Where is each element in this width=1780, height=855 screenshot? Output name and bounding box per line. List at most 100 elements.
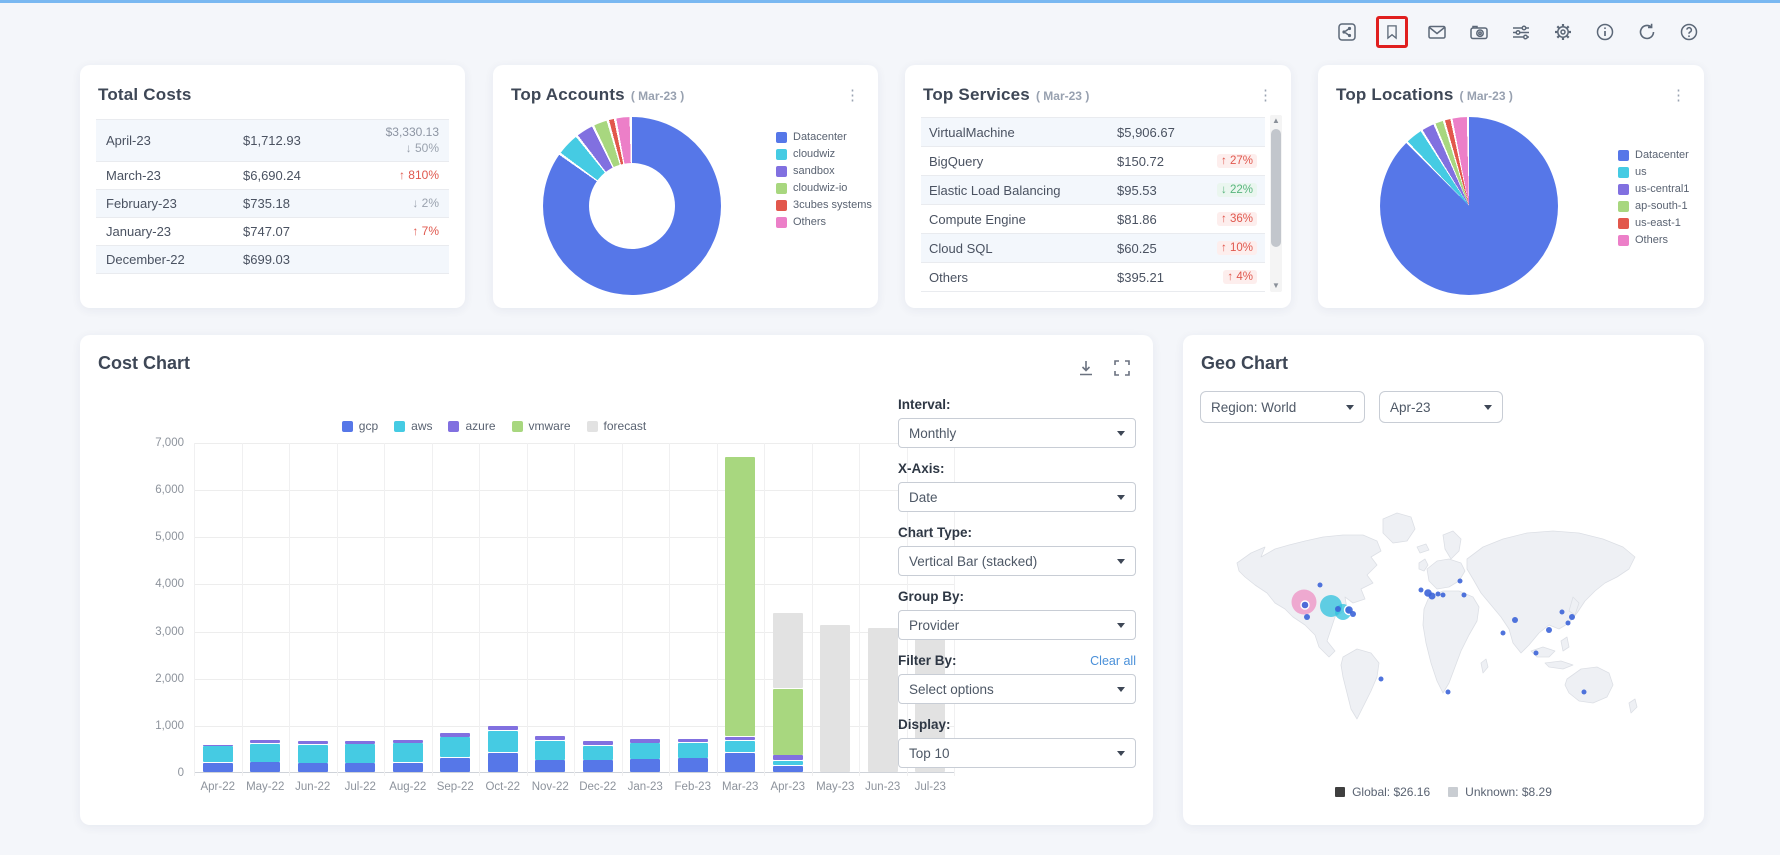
legend-swatch xyxy=(1618,201,1629,212)
kebab-menu-icon[interactable]: ⋮ xyxy=(845,88,860,103)
legend-swatch xyxy=(1618,184,1629,195)
service-value: $60.25 xyxy=(1117,241,1203,256)
service-name: BigQuery xyxy=(929,154,1117,169)
x-axis-select[interactable]: Date xyxy=(898,482,1136,512)
change-badge: ↑ 4% xyxy=(1223,270,1257,284)
interval-select[interactable]: Monthly xyxy=(898,418,1136,448)
cost-chart-card: Cost Chart gcpawsazurevmwareforecast 01,… xyxy=(80,335,1153,825)
mail-icon[interactable] xyxy=(1424,19,1450,45)
legend-label: Others xyxy=(793,216,826,228)
top-services-card: Top Services ( Mar-23 ) ⋮ VirtualMachine… xyxy=(905,65,1291,308)
bar-segment-azure xyxy=(678,739,708,742)
bar-segment-aws xyxy=(583,746,613,760)
bar-segment-azure xyxy=(250,740,280,743)
gridline-vertical xyxy=(764,443,765,776)
legend-label: gcp xyxy=(359,419,378,433)
bar-segment-forecast xyxy=(868,628,898,772)
y-axis-tick-label: 6,000 xyxy=(132,484,184,496)
map-data-point xyxy=(1350,611,1356,617)
top-locations-pie-chart xyxy=(1380,117,1558,295)
kebab-menu-icon[interactable]: ⋮ xyxy=(1671,88,1686,103)
change-badge: ↓ 2% xyxy=(361,196,439,212)
service-name: VirtualMachine xyxy=(929,125,1117,140)
chart-type-select[interactable]: Vertical Bar (stacked) xyxy=(898,546,1136,576)
map-data-point xyxy=(1441,593,1446,598)
legend-item: sandbox xyxy=(776,165,872,177)
legend-label: sandbox xyxy=(793,165,835,177)
legend-item: forecast xyxy=(587,419,647,433)
map-data-point xyxy=(1560,610,1565,615)
download-icon[interactable] xyxy=(1075,357,1097,379)
table-row: April-23$1,712.93$3,330.13↓ 50% xyxy=(96,120,449,162)
gear-icon[interactable] xyxy=(1550,19,1576,45)
legend-label: Global: $26.16 xyxy=(1352,785,1430,799)
control-label-text: Chart Type: xyxy=(898,525,972,540)
scroll-down-arrow[interactable]: ▼ xyxy=(1270,280,1282,292)
change-cell: ↓ 22% xyxy=(1203,183,1257,197)
period-cell: January-23 xyxy=(106,224,243,239)
period-cell: February-23 xyxy=(106,196,243,211)
info-icon[interactable] xyxy=(1592,19,1618,45)
camera-icon[interactable] xyxy=(1466,19,1492,45)
scrollbar[interactable]: ▲ ▼ xyxy=(1270,115,1282,292)
bookmark-icon[interactable] xyxy=(1382,22,1402,42)
help-icon[interactable] xyxy=(1676,19,1702,45)
legend-label: azure xyxy=(465,419,495,433)
display-select[interactable]: Top 10 xyxy=(898,738,1136,768)
scroll-thumb[interactable] xyxy=(1271,129,1281,247)
bar-segment-aws xyxy=(773,761,803,765)
gridline-vertical xyxy=(622,443,623,776)
period-cell: March-23 xyxy=(106,168,243,183)
legend-swatch xyxy=(776,183,787,194)
cost-chart-controls: Interval:MonthlyX-Axis:DateChart Type:Ve… xyxy=(898,397,1136,781)
bar-segment-gcp xyxy=(250,762,280,772)
bookmark-highlight-box xyxy=(1376,16,1408,48)
chevron-down-icon xyxy=(1117,559,1125,564)
chevron-down-icon xyxy=(1484,405,1492,410)
bar-segment-azure xyxy=(488,726,518,730)
group-by-select[interactable]: Provider xyxy=(898,610,1136,640)
share-icon[interactable] xyxy=(1334,19,1360,45)
legend-item: Global: $26.16 xyxy=(1335,785,1430,799)
total-costs-title: Total Costs xyxy=(98,85,192,105)
kebab-menu-icon[interactable]: ⋮ xyxy=(1258,88,1273,103)
bar-segment-azure xyxy=(630,739,660,743)
dashboard-page: Total Costs April-23$1,712.93$3,330.13↓ … xyxy=(0,0,1780,855)
gridline-vertical xyxy=(812,443,813,776)
chevron-down-icon xyxy=(1117,623,1125,628)
legend-swatch xyxy=(587,421,598,432)
clear-all-link[interactable]: Clear all xyxy=(1090,654,1136,668)
bar-segment-aws xyxy=(298,745,328,763)
top-services-title: Top Services xyxy=(923,85,1030,105)
scroll-up-arrow[interactable]: ▲ xyxy=(1270,115,1282,127)
filter-by-select[interactable]: Select options xyxy=(898,674,1136,704)
legend-label: us-east-1 xyxy=(1635,217,1681,229)
select-value: Top 10 xyxy=(909,746,950,761)
bar-segment-vmware xyxy=(725,457,755,736)
period-cell: April-23 xyxy=(106,133,243,148)
service-value: $395.21 xyxy=(1117,270,1203,285)
top-accounts-donut-chart xyxy=(543,117,721,295)
legend-label: forecast xyxy=(604,419,647,433)
bar-segment-azure xyxy=(203,745,233,746)
legend-item: cloudwiz xyxy=(776,148,872,160)
bar-segment-gcp xyxy=(393,763,423,772)
legend-swatch xyxy=(1618,235,1629,246)
change-badge: ↑ 10% xyxy=(1217,241,1257,255)
legend-label: vmware xyxy=(529,419,571,433)
region-select[interactable]: Region: World xyxy=(1200,391,1365,423)
refresh-icon[interactable] xyxy=(1634,19,1660,45)
table-row: February-23$735.18↓ 2% xyxy=(96,190,449,218)
control-label: Display: xyxy=(898,717,1136,732)
month-select[interactable]: Apr-23 xyxy=(1379,391,1503,423)
map-data-point xyxy=(1458,579,1463,584)
bar-segment-gcp xyxy=(488,753,518,772)
service-value: $150.72 xyxy=(1117,154,1203,169)
legend-label: Datacenter xyxy=(1635,149,1689,161)
legend-item: ap-south-1 xyxy=(1618,200,1689,212)
fullscreen-icon[interactable] xyxy=(1111,357,1133,379)
sliders-icon[interactable] xyxy=(1508,19,1534,45)
map-data-point xyxy=(1546,627,1552,633)
legend-label: cloudwiz-io xyxy=(793,182,847,194)
bar-segment-gcp xyxy=(725,753,755,772)
